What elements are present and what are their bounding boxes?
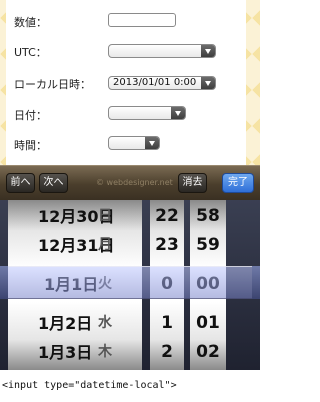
date-wheel-item[interactable]: 12月31日月 <box>8 231 142 260</box>
minute-wheel-item[interactable]: 58 <box>190 202 226 231</box>
hour-wheel-item[interactable]: 1 <box>150 309 184 338</box>
selection-indicator <box>0 266 260 299</box>
date-wheel-weekday: 木 <box>98 344 112 360</box>
code-caption: <input type="datetime-local"> <box>2 380 177 391</box>
date-label: 日付： <box>14 109 47 122</box>
chevron-down-icon <box>171 107 185 119</box>
time-select[interactable] <box>108 136 160 150</box>
date-wheel-month-day: 1月2日 <box>38 314 93 333</box>
date-wheel-weekday: 水 <box>98 315 112 331</box>
prev-button[interactable]: 前へ <box>6 173 35 193</box>
local-datetime-label: ローカル日時： <box>14 78 91 91</box>
next-button[interactable]: 次へ <box>39 173 68 193</box>
minute-wheel-item[interactable]: 59 <box>190 231 226 260</box>
minute-wheel-item[interactable]: 01 <box>190 309 226 338</box>
clear-button[interactable]: 消去 <box>178 173 207 193</box>
date-wheel-item[interactable]: 1月2日水 <box>8 309 142 338</box>
date-wheel-item[interactable]: 1月3日木 <box>8 338 142 367</box>
date-wheel-month-day: 1月3日 <box>38 343 93 362</box>
number-input[interactable] <box>108 13 176 27</box>
hour-wheel-item[interactable]: 22 <box>150 202 184 231</box>
chevron-down-icon <box>201 45 215 57</box>
utc-select[interactable] <box>108 44 216 58</box>
form-area: 数値： UTC： ローカル日時： 2013/01/01 0:00 日付： 時間： <box>0 0 260 165</box>
form-panel: 数値： UTC： ローカル日時： 2013/01/01 0:00 日付： 時間： <box>6 0 246 165</box>
utc-label: UTC： <box>14 46 47 59</box>
hour-wheel-item[interactable]: 2 <box>150 338 184 367</box>
chevron-down-icon <box>201 77 215 89</box>
date-wheel-weekday: 月 <box>98 237 112 253</box>
hour-wheel-item[interactable]: 23 <box>150 231 184 260</box>
date-wheel-item[interactable]: 12月30日日 <box>8 202 142 231</box>
number-label: 数値： <box>14 16 47 29</box>
selection-edge-right <box>252 266 260 299</box>
local-datetime-value: 2013/01/01 0:00 <box>113 77 197 88</box>
date-select[interactable] <box>108 106 186 120</box>
chevron-down-icon <box>145 137 159 149</box>
date-wheel-weekday: 日 <box>98 208 112 224</box>
minute-wheel-item[interactable]: 02 <box>190 338 226 367</box>
selection-edge-left <box>0 266 8 299</box>
keyboard-toolbar: 前へ 次へ © webdesigner.net 消去 完了 <box>0 165 260 200</box>
done-button[interactable]: 完了 <box>222 173 254 193</box>
local-datetime-select[interactable]: 2013/01/01 0:00 <box>108 76 216 90</box>
watermark: © webdesigner.net <box>96 178 173 187</box>
time-label: 時間： <box>14 139 47 152</box>
datetime-picker: 12月30日日12月31日月1月1日火1月2日水1月3日木 2223012 58… <box>0 200 260 370</box>
